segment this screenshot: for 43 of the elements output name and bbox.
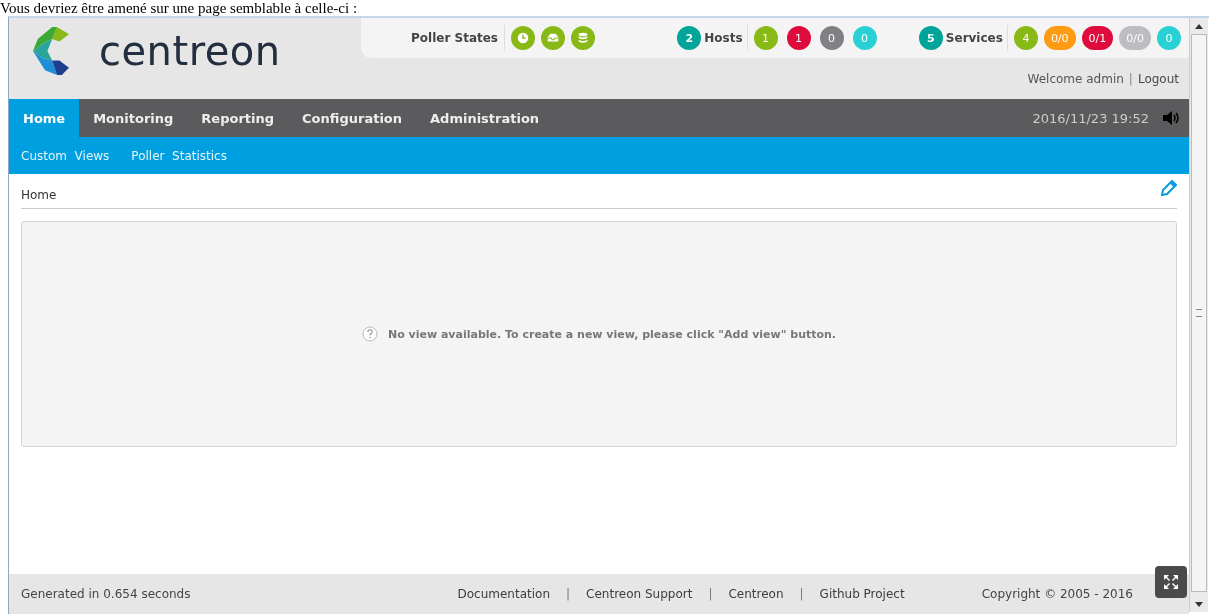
menu-tab[interactable]: Monitoring bbox=[79, 99, 188, 137]
empty-message: No view available. To create a new view, please click "Add view" button. bbox=[387, 327, 837, 341]
status-count-badge[interactable]: 0/1 bbox=[1081, 26, 1114, 50]
footer-link[interactable]: Centreon bbox=[728, 587, 784, 601]
scrollbar[interactable] bbox=[1189, 18, 1208, 612]
services-label[interactable]: Services bbox=[945, 31, 1003, 45]
separator: | bbox=[1128, 72, 1133, 86]
breadcrumb[interactable]: Home bbox=[21, 180, 57, 202]
status-count-badge[interactable]: 0 bbox=[819, 26, 844, 50]
status-count-badge[interactable]: 1 bbox=[786, 26, 811, 50]
hosts-count-badge[interactable]: 2 bbox=[677, 26, 702, 50]
services-count-badge[interactable]: 5 bbox=[918, 26, 943, 50]
copyright-text: Copyright © 2005 - 2016 bbox=[981, 587, 1133, 601]
submenu-link[interactable]: Custom Views bbox=[21, 148, 110, 163]
footer-link[interactable]: Documentation bbox=[457, 587, 551, 601]
inbox-status-icon[interactable] bbox=[541, 26, 565, 50]
pencil-icon[interactable] bbox=[1161, 180, 1177, 196]
centreon-logo[interactable]: centreon bbox=[9, 18, 281, 84]
menu-tab[interactable]: Configuration bbox=[288, 99, 417, 137]
separator: | bbox=[708, 587, 713, 601]
fullscreen-button[interactable] bbox=[1155, 566, 1187, 598]
footer-link[interactable]: Github Project bbox=[819, 587, 905, 601]
welcome-text: Welcome admin bbox=[1027, 72, 1124, 86]
help-icon bbox=[361, 326, 378, 342]
footer-link[interactable]: Centreon Support bbox=[586, 587, 693, 601]
scroll-down-icon[interactable] bbox=[1195, 601, 1203, 607]
scroll-up-icon[interactable] bbox=[1195, 23, 1203, 29]
menu-tab[interactable]: Reporting bbox=[187, 99, 289, 137]
clock-status-icon[interactable] bbox=[511, 26, 535, 50]
generation-time: Generated in 0.654 seconds bbox=[21, 587, 191, 601]
speaker-icon[interactable] bbox=[1163, 111, 1179, 125]
submenu-link[interactable]: Poller Statistics bbox=[131, 148, 227, 163]
logout-link[interactable]: Logout bbox=[1137, 72, 1179, 86]
separator: | bbox=[799, 587, 804, 601]
separator: | bbox=[566, 587, 571, 601]
expand-icon bbox=[1163, 574, 1179, 590]
menu-tab[interactable]: Home bbox=[9, 99, 80, 137]
hosts-label[interactable]: Hosts bbox=[704, 31, 743, 45]
date-time: 2016/11/23 19:52 bbox=[1032, 110, 1149, 126]
menu-tab[interactable]: Administration bbox=[416, 99, 554, 137]
database-status-icon[interactable] bbox=[571, 26, 595, 50]
poller-states-label: Poller States bbox=[411, 25, 505, 51]
caption-text: Vous devriez être amené sur une page semblable à celle-ci : bbox=[0, 0, 358, 16]
